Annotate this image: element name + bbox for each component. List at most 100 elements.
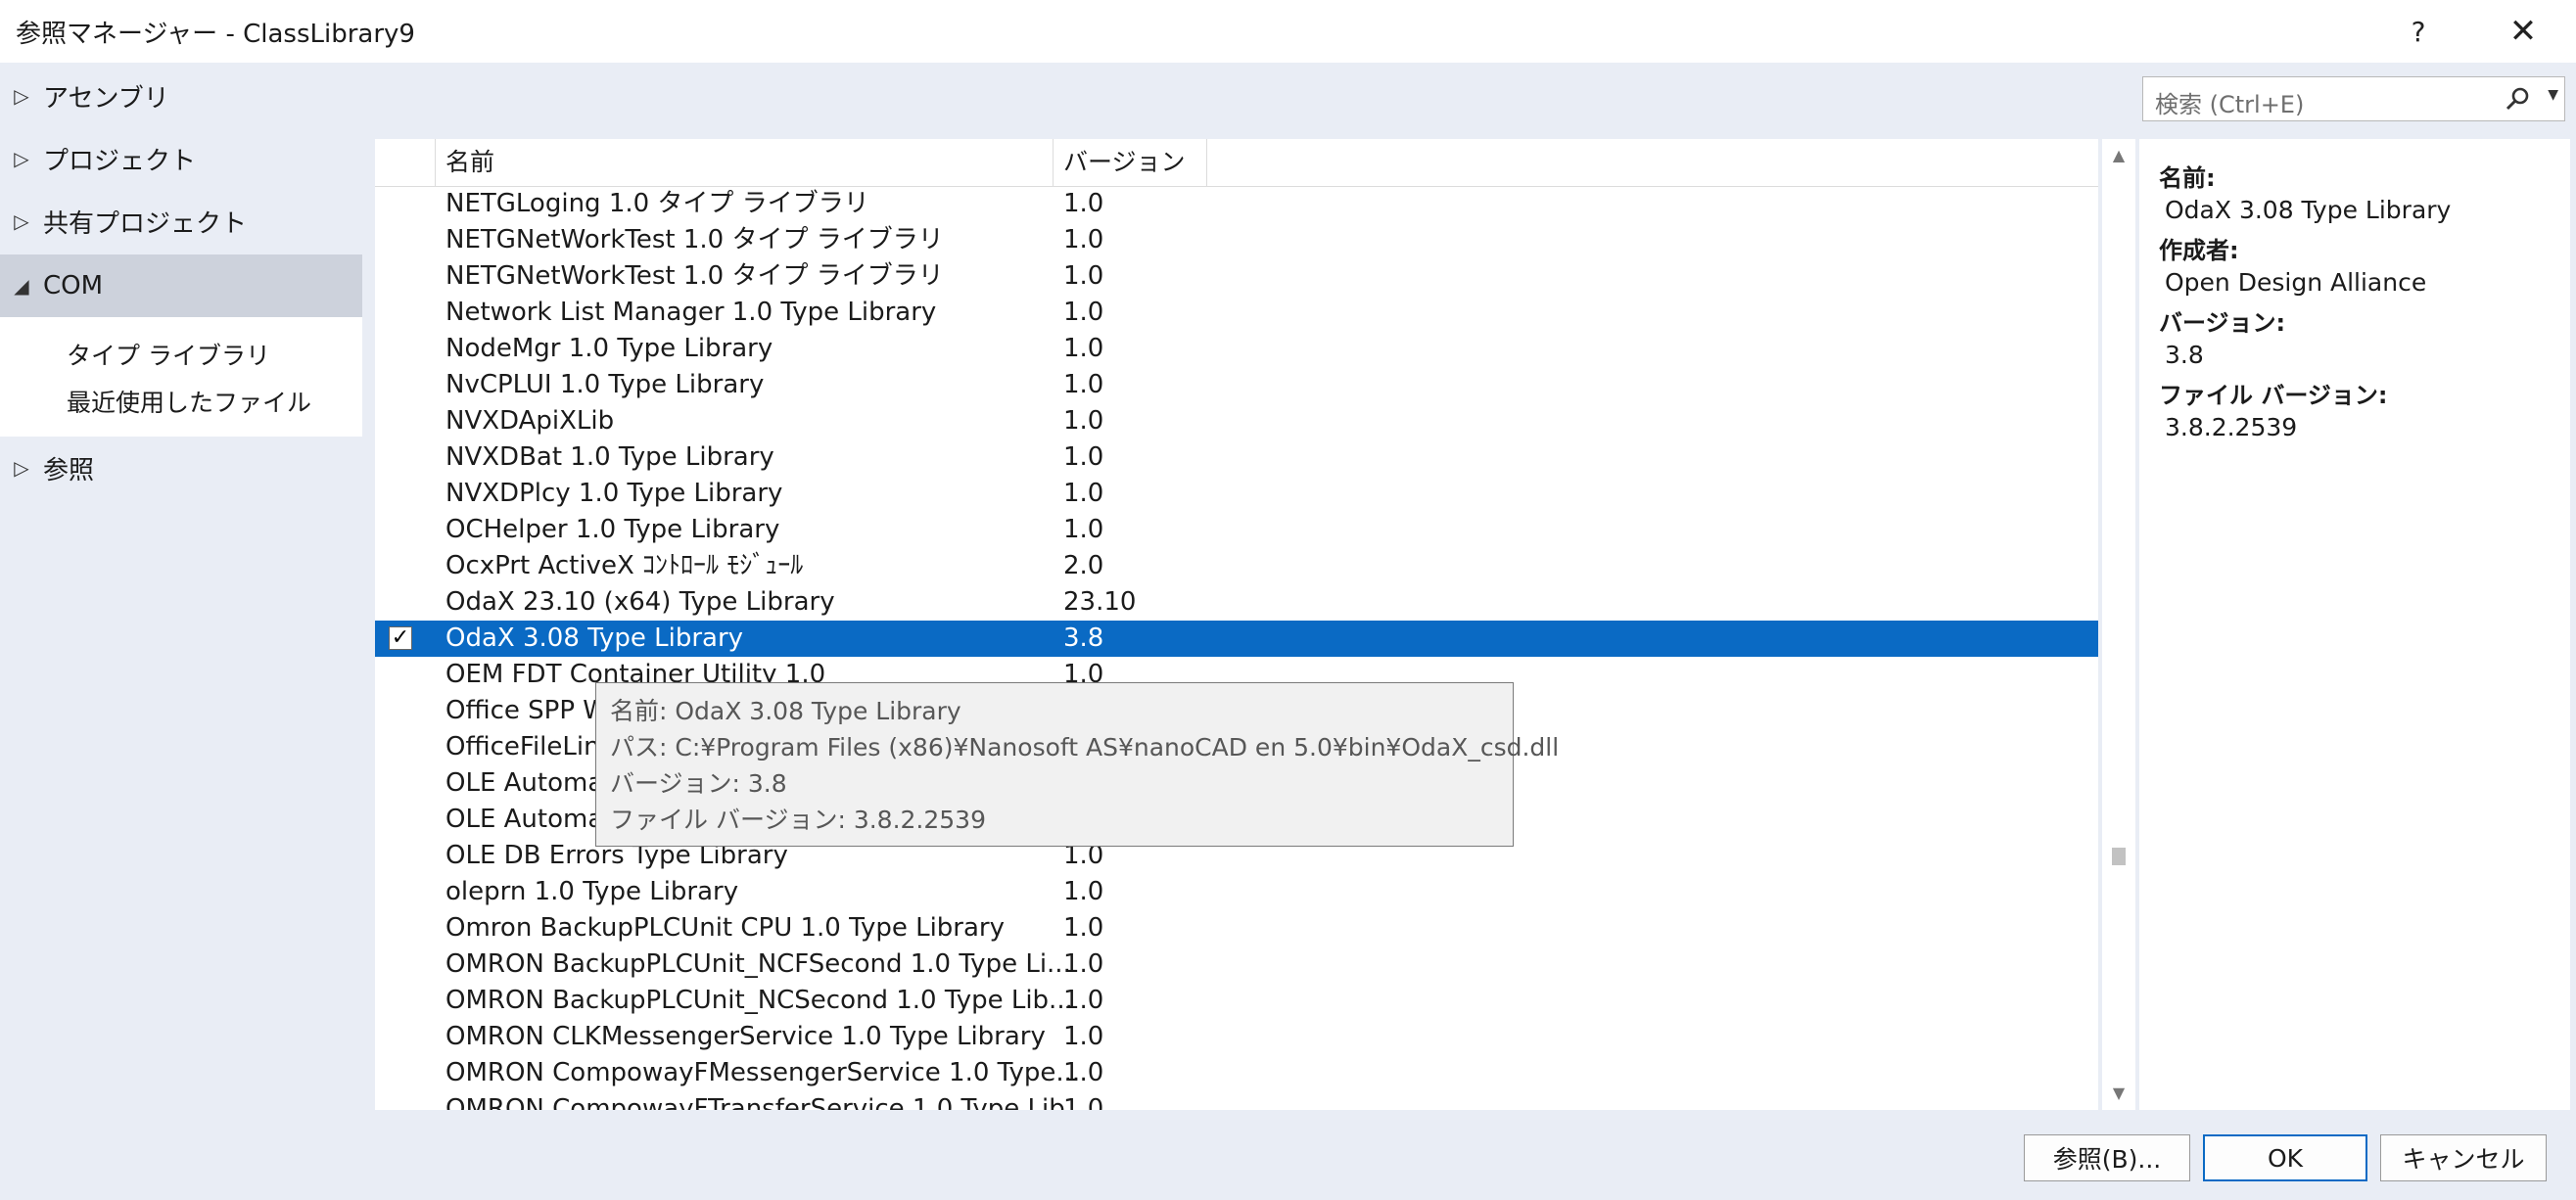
header-version-column[interactable]: バージョン: [1054, 139, 1207, 186]
row-name: Network List Manager 1.0 Type Library: [445, 298, 937, 327]
row-name: OdaX 23.10 (x64) Type Library: [445, 587, 835, 617]
row-name: OMRON CompowayFTransferService 1.0 Type …: [445, 1094, 1090, 1110]
header-name-column[interactable]: 名前: [436, 139, 1054, 186]
details-pane: 名前: OdaX 3.08 Type Library 作成者: Open Des…: [2139, 139, 2570, 1110]
row-version: 23.10: [1063, 587, 1137, 617]
list-scrollbar[interactable]: ▲ ▼: [2102, 139, 2135, 1110]
sidebar-item-label: COM: [43, 271, 104, 300]
reference-tooltip: 名前: OdaX 3.08 Type Library パス: C:¥Progra…: [595, 682, 1560, 847]
header-check-column[interactable]: [375, 139, 436, 186]
table-row[interactable]: OMRON BackupPLCUnit_NCFSecond 1.0 Type L…: [375, 946, 2098, 983]
row-version: 1.0: [1063, 189, 1104, 218]
tooltip-file-version: ファイル バージョン: 3.8.2.2539: [610, 806, 986, 834]
search-icon[interactable]: [2504, 85, 2531, 113]
row-version: 1.0: [1063, 225, 1104, 254]
sidebar-item-project[interactable]: ▷ プロジェクト: [0, 129, 362, 188]
table-row[interactable]: NETGNetWorkTest 1.0 タイプ ライブラリ 1.0: [375, 222, 2098, 258]
window-title: 参照マネージャー - ClassLibrary9: [16, 20, 415, 49]
row-name: NVXDPlcy 1.0 Type Library: [445, 479, 783, 508]
list-rows: NETGLoging 1.0 タイプ ライブラリ 1.0 NETGNetWorkTe…: [375, 186, 2098, 1110]
detail-name-value: OdaX 3.08 Type Library: [2165, 196, 2452, 224]
table-row[interactable]: OCHelper 1.0 Type Library 1.0: [375, 512, 2098, 548]
table-row[interactable]: OMRON CompowayFMessengerService 1.0 Type…: [375, 1055, 2098, 1091]
detail-name-label: 名前:: [2159, 164, 2216, 192]
sidebar-item-shared-project[interactable]: ▷ 共有プロジェクト: [0, 192, 362, 251]
sidebar-item-label: 共有プロジェクト: [43, 208, 248, 239]
row-version: 1.0: [1063, 913, 1104, 943]
table-row[interactable]: NVXDPlcy 1.0 Type Library 1.0: [375, 476, 2098, 512]
table-row[interactable]: Omron BackupPLCUnit CPU 1.0 Type Library…: [375, 910, 2098, 946]
row-name: OMRON BackupPLCUnit_NCSecond 1.0 Type Li…: [445, 986, 1073, 1015]
row-name: oleprn 1.0 Type Library: [445, 877, 739, 906]
table-row[interactable]: OcxPrt ActiveX ｺﾝﾄﾛｰﾙ ﾓｼﾞｭｰﾙ 2.0: [375, 548, 2098, 584]
search-box[interactable]: 検索 (Ctrl+E) ▼: [2142, 76, 2565, 121]
table-row[interactable]: OMRON CLKMessengerService 1.0 Type Libra…: [375, 1019, 2098, 1055]
table-row[interactable]: ✓ OdaX 3.08 Type Library 3.8: [375, 621, 2098, 657]
scroll-thumb[interactable]: [2112, 848, 2126, 865]
expand-arrow-icon[interactable]: ▷: [0, 209, 43, 233]
row-name: NVXDApiXLib: [445, 406, 615, 436]
tooltip-path: パス: C:¥Program Files (x86)¥Nanosoft AS¥n…: [610, 733, 1560, 762]
table-row[interactable]: Network List Manager 1.0 Type Library 1.0: [375, 295, 2098, 331]
sidebar-item-label: 参照: [43, 455, 95, 485]
tooltip-version: バージョン: 3.8: [610, 769, 787, 798]
row-version: 1.0: [1063, 515, 1104, 544]
detail-version-value: 3.8: [2165, 341, 2204, 369]
row-version: 1.0: [1063, 877, 1104, 906]
table-row[interactable]: OMRON CompowayFTransferService 1.0 Type …: [375, 1091, 2098, 1110]
detail-version-label: バージョン:: [2159, 309, 2286, 337]
expand-arrow-icon[interactable]: ▷: [0, 84, 43, 108]
table-row[interactable]: NETGNetWorkTest 1.0 タイプ ライブラリ 1.0: [375, 258, 2098, 295]
collapse-arrow-icon[interactable]: ◢: [0, 274, 43, 298]
table-row[interactable]: NvCPLUI 1.0 Type Library 1.0: [375, 367, 2098, 403]
row-version: 1.0: [1063, 370, 1104, 399]
row-name: OMRON BackupPLCUnit_NCFSecond 1.0 Type L…: [445, 949, 1071, 979]
sidebar-item-assembly[interactable]: ▷ アセンブリ: [0, 67, 362, 125]
detail-file-version-value: 3.8.2.2539: [2165, 413, 2298, 441]
row-version: 1.0: [1063, 334, 1104, 363]
row-version: 1.0: [1063, 261, 1104, 291]
expand-arrow-icon[interactable]: ▷: [0, 147, 43, 170]
row-name: OcxPrt ActiveX ｺﾝﾄﾛｰﾙ ﾓｼﾞｭｰﾙ: [445, 551, 804, 580]
row-version: 1.0: [1063, 1058, 1104, 1087]
row-name: OMRON CLKMessengerService 1.0 Type Libra…: [445, 1022, 1046, 1051]
table-row[interactable]: NVXDBat 1.0 Type Library 1.0: [375, 439, 2098, 476]
row-version: 1.0: [1063, 442, 1104, 472]
table-row[interactable]: oleprn 1.0 Type Library 1.0: [375, 874, 2098, 910]
table-row[interactable]: NVXDApiXLib 1.0: [375, 403, 2098, 439]
row-version: 1.0: [1063, 986, 1104, 1015]
row-version: 1.0: [1063, 479, 1104, 508]
row-name: NETGNetWorkTest 1.0 タイプ ライブラリ: [445, 261, 944, 291]
scroll-down-icon[interactable]: ▼: [2102, 1077, 2135, 1110]
list-header: 名前 バージョン: [375, 139, 2098, 187]
row-name: OdaX 3.08 Type Library: [445, 623, 744, 653]
close-button[interactable]: ✕: [2489, 8, 2557, 55]
title-bar: 参照マネージャー - ClassLibrary9 ? ✕: [0, 0, 2576, 63]
search-input[interactable]: 検索 (Ctrl+E): [2155, 85, 2304, 119]
row-version: 1.0: [1063, 1094, 1104, 1110]
ok-button[interactable]: OK: [2203, 1134, 2367, 1181]
row-version: 1.0: [1063, 298, 1104, 327]
reference-list: 名前 バージョン NETGLoging 1.0 タイプ ライブラリ 1.0 NETG…: [375, 139, 2098, 1110]
row-name: OMRON CompowayFMessengerService 1.0 Type…: [445, 1058, 1081, 1087]
expand-arrow-icon[interactable]: ▷: [0, 456, 43, 480]
table-row[interactable]: OdaX 23.10 (x64) Type Library 23.10: [375, 584, 2098, 621]
row-checkbox[interactable]: ✓: [389, 626, 412, 650]
table-row[interactable]: NodeMgr 1.0 Type Library 1.0: [375, 331, 2098, 367]
sidebar-item-label: プロジェクト: [43, 146, 197, 176]
search-options-dropdown-icon[interactable]: ▼: [2548, 87, 2558, 103]
row-version: 1.0: [1063, 949, 1104, 979]
row-name: OCHelper 1.0 Type Library: [445, 515, 780, 544]
sidebar-item-com[interactable]: ◢ COM: [0, 254, 362, 317]
browse-button[interactable]: 参照(B)...: [2024, 1134, 2190, 1181]
sidebar-subitem-type-library[interactable]: タイプ ライブラリ: [67, 337, 270, 372]
row-version: 3.8: [1063, 623, 1104, 653]
scroll-up-icon[interactable]: ▲: [2102, 139, 2135, 172]
sidebar-item-browse[interactable]: ▷ 参照: [0, 438, 362, 497]
table-row[interactable]: OMRON BackupPLCUnit_NCSecond 1.0 Type Li…: [375, 983, 2098, 1019]
detail-author-value: Open Design Alliance: [2165, 268, 2427, 297]
sidebar-subitem-recent-files[interactable]: 最近使用したファイル: [67, 384, 311, 419]
table-row[interactable]: NETGLoging 1.0 タイプ ライブラリ 1.0: [375, 186, 2098, 222]
cancel-button[interactable]: キャンセル: [2380, 1134, 2547, 1181]
help-button[interactable]: ?: [2384, 8, 2453, 55]
